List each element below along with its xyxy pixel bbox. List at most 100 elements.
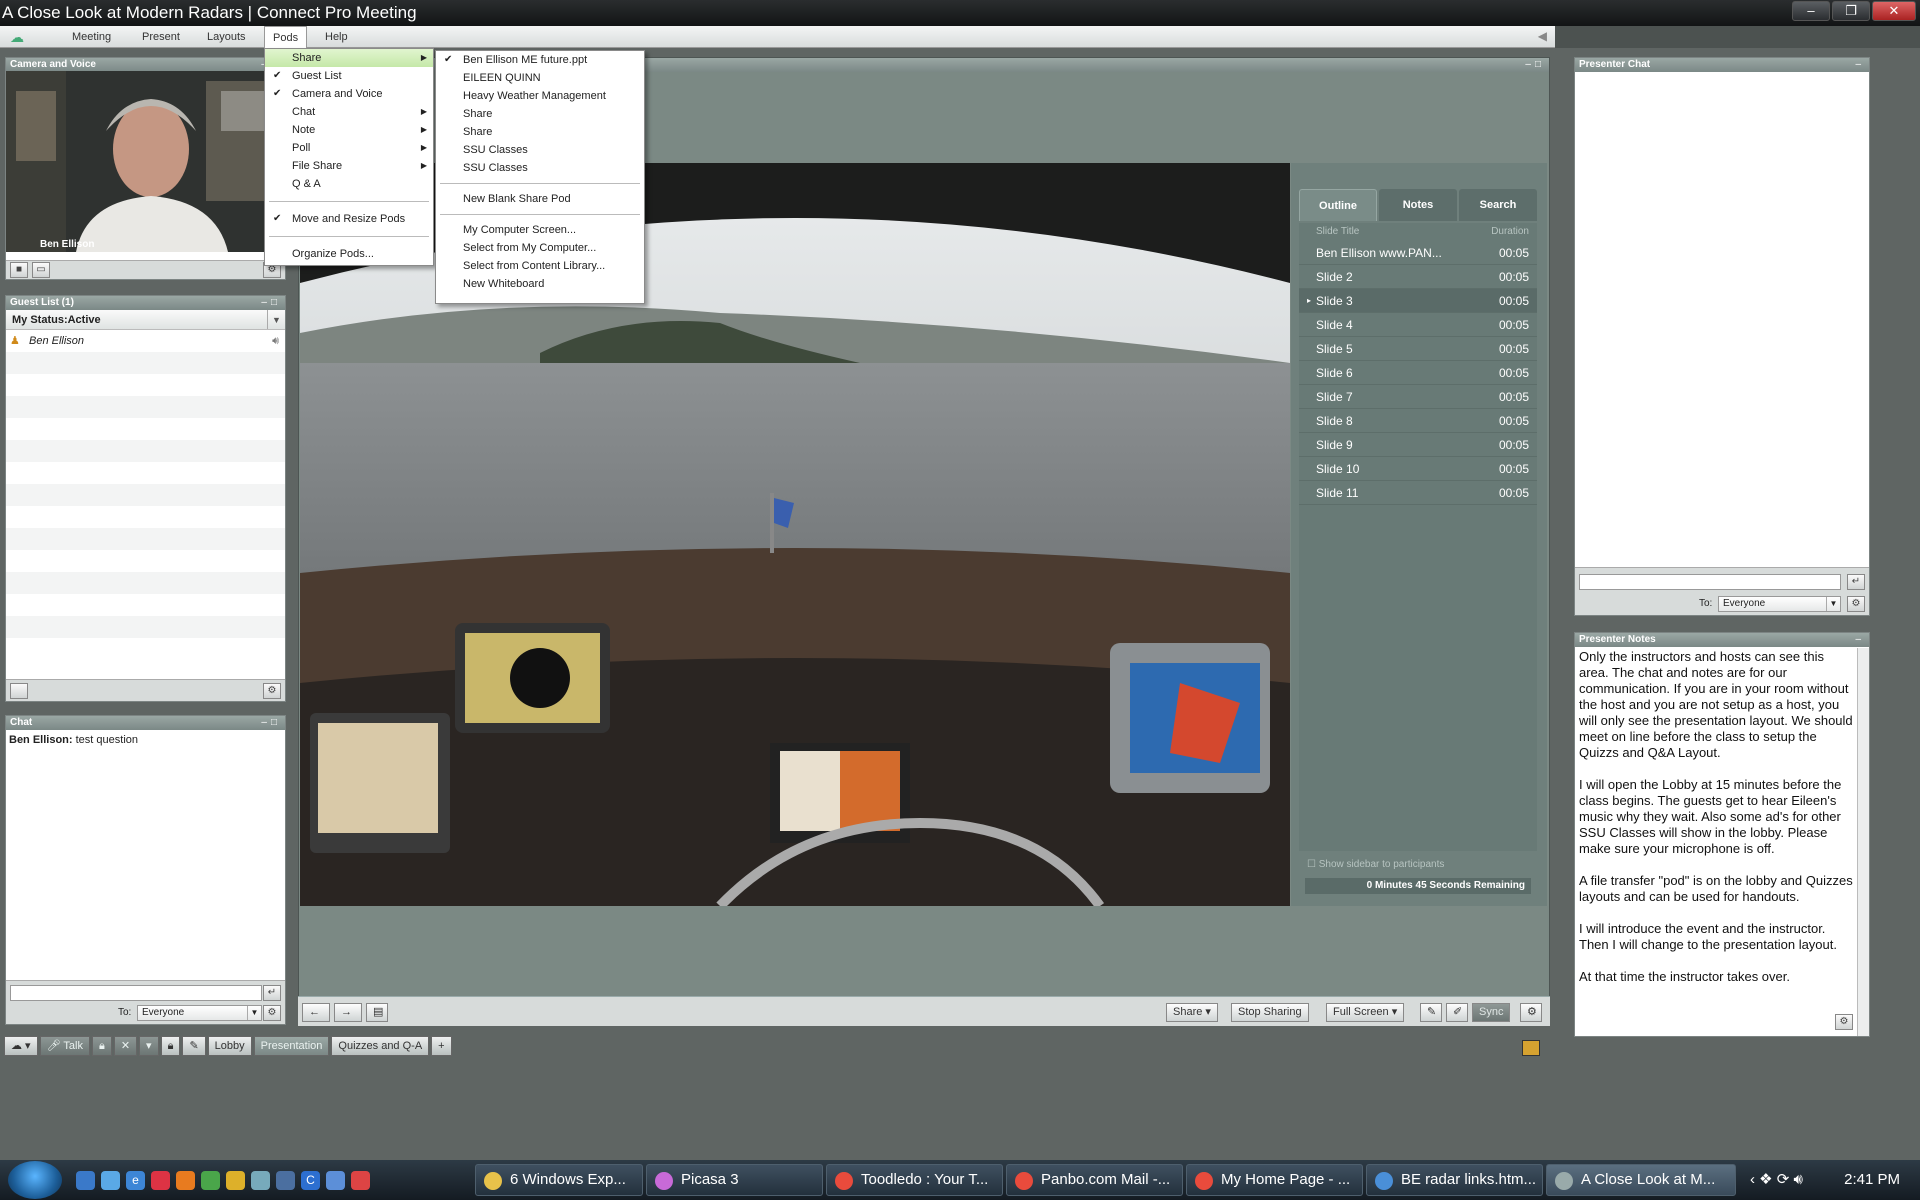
- previous-slide-button[interactable]: ←: [302, 1003, 330, 1022]
- chrome-icon[interactable]: [201, 1171, 220, 1190]
- menu-item-share-source[interactable]: Select from Content Library...: [436, 257, 644, 275]
- chevron-down-icon[interactable]: ▼: [1826, 597, 1840, 611]
- slide-row[interactable]: Slide 5 00:05: [1299, 337, 1537, 361]
- sidebar-toggle-icon[interactable]: ▤: [366, 1003, 388, 1022]
- menu-item-organize-pods[interactable]: Organize Pods...: [265, 245, 433, 263]
- firefox-icon[interactable]: [176, 1171, 195, 1190]
- slide-row[interactable]: Ben Ellison www.PAN... 00:05: [1299, 241, 1537, 265]
- chevron-down-icon[interactable]: ▾: [139, 1036, 159, 1056]
- tab-notes[interactable]: Notes: [1379, 189, 1457, 221]
- notes-scrollbar[interactable]: [1857, 648, 1869, 1036]
- send-icon[interactable]: ↵: [1847, 574, 1865, 590]
- guest-action-button[interactable]: [10, 683, 28, 699]
- menu-item-pod[interactable]: File Share ▶: [265, 157, 433, 175]
- edit-icon[interactable]: ✐: [1446, 1003, 1468, 1022]
- notes-options-icon[interactable]: ⚙: [1835, 1014, 1853, 1030]
- explorer-icon[interactable]: [101, 1171, 120, 1190]
- menu-item-pod[interactable]: ✔ Guest List: [265, 67, 433, 85]
- chat-options-icon[interactable]: ⚙: [263, 1005, 281, 1021]
- menu-item-share-pod[interactable]: Heavy Weather Management: [436, 87, 644, 105]
- taskbar-button[interactable]: My Home Page - ...: [1186, 1164, 1363, 1196]
- guest-options-icon[interactable]: ⚙: [263, 683, 281, 699]
- menu-item-share-source[interactable]: Select from My Computer...: [436, 239, 644, 257]
- draw-icon[interactable]: ✎: [1420, 1003, 1442, 1022]
- notification-icon[interactable]: [1522, 1040, 1540, 1056]
- slide-row[interactable]: Slide 9 00:05: [1299, 433, 1537, 457]
- menu-item-pod[interactable]: Share ▶: [265, 49, 433, 67]
- lock-icon[interactable]: 🔒︎: [91, 1036, 112, 1056]
- stop-icon[interactable]: ■: [10, 262, 28, 278]
- speaker-icon[interactable]: ◀: [1538, 29, 1547, 43]
- menu-item-pod[interactable]: Note ▶: [265, 121, 433, 139]
- taskbar-button[interactable]: 6 Windows Exp...: [475, 1164, 643, 1196]
- taskbar-button[interactable]: Panbo.com Mail -...: [1006, 1164, 1183, 1196]
- tab-search[interactable]: Search: [1459, 189, 1537, 221]
- presenter-chat-input[interactable]: [1579, 574, 1841, 590]
- taskbar-button[interactable]: Picasa 3: [646, 1164, 823, 1196]
- notes-icon[interactable]: [226, 1171, 245, 1190]
- add-layout-button[interactable]: +: [431, 1036, 452, 1056]
- clock[interactable]: 2:41 PM: [1844, 1171, 1900, 1188]
- menu-meeting[interactable]: Meeting: [64, 26, 119, 48]
- taskbar-button[interactable]: A Close Look at M...: [1546, 1164, 1736, 1196]
- slide-row[interactable]: Slide 8 00:05: [1299, 409, 1537, 433]
- menu-item-pod[interactable]: Chat ▶: [265, 103, 433, 121]
- app-icon[interactable]: C: [301, 1171, 320, 1190]
- menu-item-share-pod[interactable]: Share: [436, 105, 644, 123]
- next-slide-button[interactable]: →: [334, 1003, 362, 1022]
- pod-controls[interactable]: –□: [261, 716, 281, 730]
- show-sidebar-checkbox[interactable]: ☐ Show sidebar to participants: [1307, 859, 1444, 870]
- menu-item-pod[interactable]: Q & A: [265, 175, 433, 193]
- slide-row[interactable]: Slide 4 00:05: [1299, 313, 1537, 337]
- menu-item-share-source[interactable]: My Computer Screen...: [436, 221, 644, 239]
- start-button[interactable]: [8, 1161, 62, 1199]
- menu-help[interactable]: Help: [317, 26, 356, 48]
- pod-controls[interactable]: –: [1855, 633, 1865, 647]
- presenter-chat-options-icon[interactable]: ⚙: [1847, 596, 1865, 612]
- menu-item-share-source[interactable]: New Whiteboard: [436, 275, 644, 293]
- app-icon[interactable]: [251, 1171, 270, 1190]
- menu-item-share-pod[interactable]: SSU Classes: [436, 141, 644, 159]
- send-icon[interactable]: ↵: [263, 985, 281, 1001]
- meeting-status-icon[interactable]: ☁ ▾: [4, 1036, 38, 1056]
- guest-item[interactable]: ♟ Ben Ellison 🔊︎: [6, 330, 285, 352]
- desktop-icon[interactable]: [76, 1171, 95, 1190]
- app-icon[interactable]: [276, 1171, 295, 1190]
- chevron-down-icon[interactable]: ▼: [267, 310, 285, 329]
- talk-button[interactable]: 🎤︎ Talk: [39, 1036, 90, 1056]
- chrome-icon[interactable]: [351, 1171, 370, 1190]
- chat-recipient-select[interactable]: Everyone ▼: [137, 1005, 262, 1021]
- layout-quizzes[interactable]: Quizzes and Q-A: [331, 1036, 430, 1056]
- menu-item-move-resize[interactable]: ✔ Move and Resize Pods: [265, 210, 433, 228]
- tab-outline[interactable]: Outline: [1299, 189, 1377, 221]
- taskbar-button[interactable]: Toodledo : Your T...: [826, 1164, 1003, 1196]
- app-icon[interactable]: [151, 1171, 170, 1190]
- my-status-dropdown[interactable]: My Status:Active ▼: [6, 310, 285, 330]
- restore-button[interactable]: ❐: [1832, 1, 1870, 21]
- slide-row[interactable]: ▸ Slide 3 00:05: [1299, 289, 1537, 313]
- layout-edit-icon[interactable]: ✎: [182, 1036, 206, 1056]
- presenter-chat-recipient-select[interactable]: Everyone ▼: [1718, 596, 1841, 612]
- menu-present[interactable]: Present: [134, 26, 188, 48]
- ie-icon[interactable]: e: [126, 1171, 145, 1190]
- chevron-down-icon[interactable]: ▼: [247, 1006, 261, 1020]
- sync-button[interactable]: Sync: [1472, 1003, 1511, 1022]
- slide-row[interactable]: Slide 6 00:05: [1299, 361, 1537, 385]
- menu-layouts[interactable]: Layouts: [199, 26, 254, 48]
- layout-lobby[interactable]: Lobby: [207, 1036, 252, 1056]
- presenter-notes-text[interactable]: Only the instructors and hosts can see t…: [1575, 647, 1857, 1003]
- menu-item-share-pod[interactable]: ✔ Ben Ellison ME future.ppt: [436, 51, 644, 69]
- connect-logo-icon[interactable]: ☁: [10, 29, 40, 45]
- menu-pods[interactable]: Pods: [264, 26, 308, 48]
- close-button[interactable]: ✕: [1872, 1, 1916, 21]
- menu-item-pod[interactable]: ✔ Camera and Voice: [265, 85, 433, 103]
- app-icon[interactable]: [326, 1171, 345, 1190]
- layout-lock-icon[interactable]: 🔒︎: [160, 1036, 181, 1056]
- video-icon[interactable]: ▭: [32, 262, 50, 278]
- taskbar-button[interactable]: BE radar links.htm...: [1366, 1164, 1543, 1196]
- pod-controls[interactable]: –□: [261, 296, 281, 310]
- stop-sharing-button[interactable]: Stop Sharing: [1231, 1003, 1309, 1022]
- minimize-button[interactable]: –: [1792, 1, 1830, 21]
- menu-item-new-blank-share[interactable]: New Blank Share Pod: [436, 190, 644, 208]
- layout-presentation[interactable]: Presentation: [253, 1036, 330, 1056]
